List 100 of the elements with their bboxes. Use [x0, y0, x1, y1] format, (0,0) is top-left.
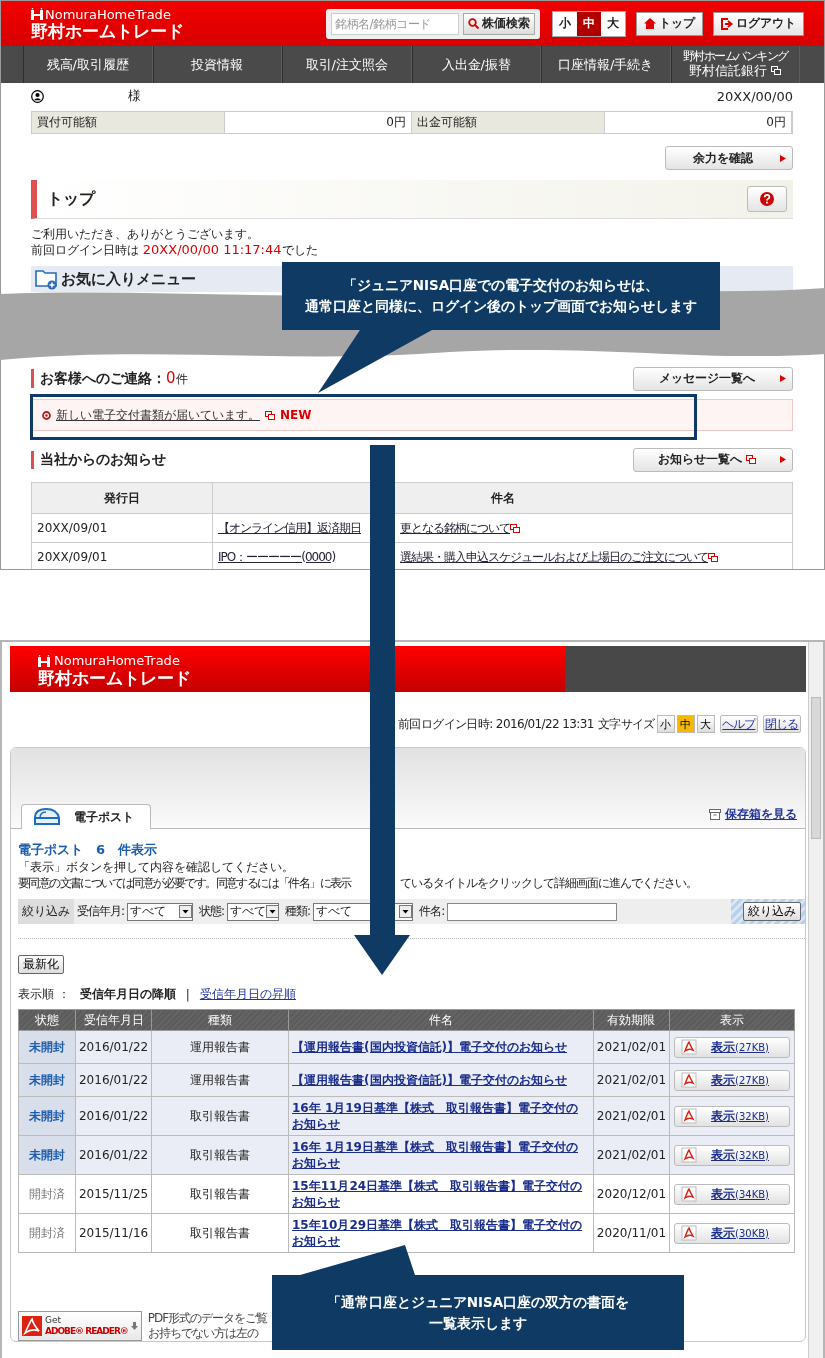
- table-cell: 2016/01/22: [75, 1063, 152, 1097]
- font-size-label: 文字サイズ: [597, 715, 655, 733]
- filter-button[interactable]: 絞り込み: [743, 902, 801, 921]
- contact-heading: お客様へのご連絡：0件: [31, 369, 188, 388]
- table-cell: 取引報告書: [151, 1096, 289, 1136]
- table-cell: 取引報告書: [151, 1174, 289, 1214]
- font-size-button[interactable]: 中: [676, 715, 695, 733]
- customer-name: 様: [128, 87, 141, 105]
- view-button[interactable]: 表示(32KB): [674, 1144, 790, 1166]
- logo-text: NomuraHomeTrade: [31, 7, 184, 21]
- adobe-logo-icon: [22, 1316, 42, 1336]
- table-cell: 運用報告書: [151, 1030, 289, 1064]
- select-field[interactable]: すべて: [127, 902, 194, 921]
- separator-text: |: [185, 987, 190, 1002]
- notice-link[interactable]: 選結果・購入申込スケジュールおよび上場日のご注文について: [400, 549, 708, 564]
- table-cell: 2016/01/22: [75, 1135, 152, 1175]
- archive-link[interactable]: 保存箱を見る: [725, 806, 797, 823]
- favorites-title: お気に入りメニュー: [61, 269, 196, 289]
- table-cell: 2021/02/01: [593, 1030, 670, 1064]
- refresh-button[interactable]: 最新化: [18, 955, 64, 974]
- home-icon: [644, 18, 656, 29]
- table-cell: 20XX/09/01: [31, 513, 213, 543]
- table-cell: 2016/01/22: [75, 1096, 152, 1136]
- view-button[interactable]: 表示(30KB): [674, 1222, 790, 1244]
- font-size-button[interactable]: 中: [577, 11, 601, 36]
- filter-label: 絞り込み: [18, 899, 74, 924]
- new-window-icon: [265, 410, 275, 420]
- table-cell: 2020/12/01: [593, 1174, 670, 1214]
- triangle-icon: [780, 154, 786, 162]
- sort-current: 受信年月日の降順: [79, 986, 176, 1003]
- new-window-icon: [708, 552, 718, 562]
- notice-link[interactable]: 更となる銘柄について: [400, 520, 510, 535]
- logo-text: 野村ホームトレード: [31, 22, 184, 40]
- bullet-icon: [42, 410, 51, 420]
- message-link[interactable]: 新しい電子交付書類が届いています。: [56, 406, 260, 424]
- nav-item[interactable]: 残高/取引履歴: [23, 46, 153, 83]
- logout-button[interactable]: ログアウト: [713, 11, 804, 36]
- table-cell: 2015/11/16: [75, 1213, 152, 1253]
- view-button[interactable]: 表示(27KB): [674, 1069, 790, 1091]
- greeting-text: ご利用いただき、ありがとうございます。: [31, 227, 260, 242]
- table-cell: 2015/11/25: [75, 1174, 152, 1214]
- archive-icon: [709, 809, 721, 820]
- table-cell: 20XX/09/01: [31, 542, 213, 569]
- sort-link[interactable]: 受信年月日の昇順: [199, 986, 296, 1003]
- notice-link[interactable]: IPO：ーーーーー(0000): [218, 548, 368, 566]
- pdf-icon: [681, 1039, 697, 1055]
- nav-item[interactable]: 入出金/振替: [411, 46, 541, 83]
- pdf-icon: [681, 1225, 697, 1241]
- nav-item[interactable]: 野村ホームバンキング 野村信託銀行: [670, 46, 800, 83]
- table-cell: 運用報告書: [151, 1063, 289, 1097]
- logo-icon: [31, 8, 43, 20]
- view-button[interactable]: 表示(32KB): [674, 1105, 790, 1127]
- font-size-button[interactable]: 小: [553, 11, 577, 36]
- font-size-button[interactable]: 大: [601, 11, 625, 36]
- field-label: 件名:: [419, 903, 445, 920]
- nav-item[interactable]: 投資情報: [152, 46, 282, 83]
- check-balance-button[interactable]: 余力を確認: [665, 146, 793, 170]
- table-cell: 取引報告書: [151, 1213, 289, 1253]
- search-icon: [468, 18, 479, 29]
- column-header: 発行日: [31, 482, 213, 514]
- notice-link[interactable]: 【オンライン信用】返済期日: [218, 519, 368, 537]
- column-header: 件名: [288, 1009, 594, 1031]
- download-arrow-icon: [130, 1322, 138, 1330]
- help-button[interactable]: ヘルプ: [719, 715, 758, 733]
- nav-item[interactable]: 取引/注文照会: [282, 46, 412, 83]
- folder-plus-icon: [35, 268, 59, 290]
- messages-button[interactable]: メッセージ一覧へ: [633, 366, 793, 391]
- section-title: 電子ポスト 6 件表示: [18, 841, 159, 859]
- input-field[interactable]: [447, 902, 618, 921]
- column-header: 種類: [151, 1009, 289, 1031]
- scrollbar[interactable]: [808, 642, 823, 1358]
- pdf-note-text: PDF形式のデータをご覧 お持ちでない方は左の: [147, 1311, 268, 1341]
- notices-button[interactable]: お知らせ一覧へ: [633, 447, 793, 472]
- new-window-icon: [510, 523, 520, 533]
- logo-text: NomuraHomeTrade: [38, 654, 565, 667]
- pdf-icon: [681, 1072, 697, 1088]
- view-button[interactable]: 表示(34KB): [674, 1183, 790, 1205]
- last-login-text: 前回ログイン日時: 2016/01/22 13:31: [398, 715, 594, 733]
- status-cell: 未開封: [18, 1135, 76, 1175]
- new-label: NEW: [280, 408, 312, 422]
- balance-label: 買付可能額: [32, 112, 224, 133]
- balance-label: 出金可能額: [412, 112, 604, 133]
- search-field[interactable]: 銘柄名/銘柄コード: [331, 12, 459, 35]
- tab[interactable]: 電子ポスト: [21, 804, 151, 829]
- status-cell: 未開封: [18, 1063, 76, 1097]
- select-field[interactable]: すべて: [227, 902, 280, 921]
- nav-item[interactable]: 口座情報/手続き: [541, 46, 671, 83]
- adobe-reader-button[interactable]: Get ADOBE® READER®: [18, 1311, 142, 1341]
- instruction-text: 「表示」ボタンを押して内容を確認してください。: [18, 860, 294, 874]
- font-size-button[interactable]: 小: [656, 715, 675, 733]
- close-button[interactable]: 閉じる: [762, 715, 801, 733]
- help-icon: [760, 192, 774, 206]
- field-label: 種類:: [285, 903, 311, 920]
- search-button[interactable]: 株価検索: [463, 12, 535, 35]
- font-size-button[interactable]: 大: [696, 715, 715, 733]
- view-button[interactable]: 表示(27KB): [674, 1036, 790, 1058]
- home-button[interactable]: トップ: [636, 11, 703, 36]
- instruction-text: ているタイトルをクリックして詳細画面に進んでください。: [400, 876, 697, 890]
- help-button[interactable]: [747, 186, 787, 212]
- triangle-icon: [780, 456, 786, 463]
